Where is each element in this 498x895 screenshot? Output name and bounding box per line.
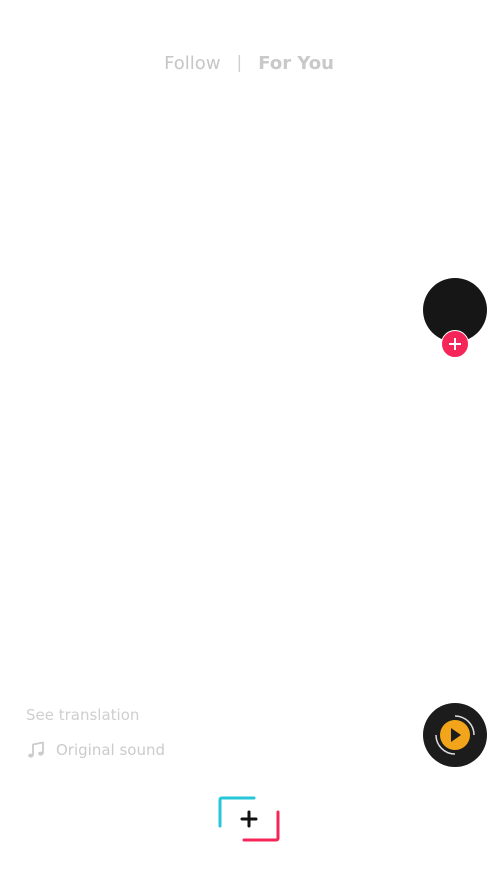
music-disc[interactable] [423, 703, 487, 767]
top-nav: Follow | For You [0, 48, 498, 78]
tab-separator: | [236, 53, 243, 73]
see-translation-link[interactable]: See translation [26, 706, 139, 724]
disc-play-icon [424, 704, 486, 766]
follow-plus-icon[interactable] [441, 330, 469, 358]
tab-follow[interactable]: Follow [164, 53, 220, 74]
tab-for-you[interactable]: For You [258, 53, 334, 74]
music-note-icon [28, 741, 44, 758]
create-video-button[interactable] [218, 796, 280, 842]
original-sound-label: Original sound [56, 741, 165, 759]
creator-avatar-group [423, 278, 487, 358]
sound-row[interactable]: Original sound [26, 740, 165, 760]
create-plus-icon [218, 796, 280, 842]
